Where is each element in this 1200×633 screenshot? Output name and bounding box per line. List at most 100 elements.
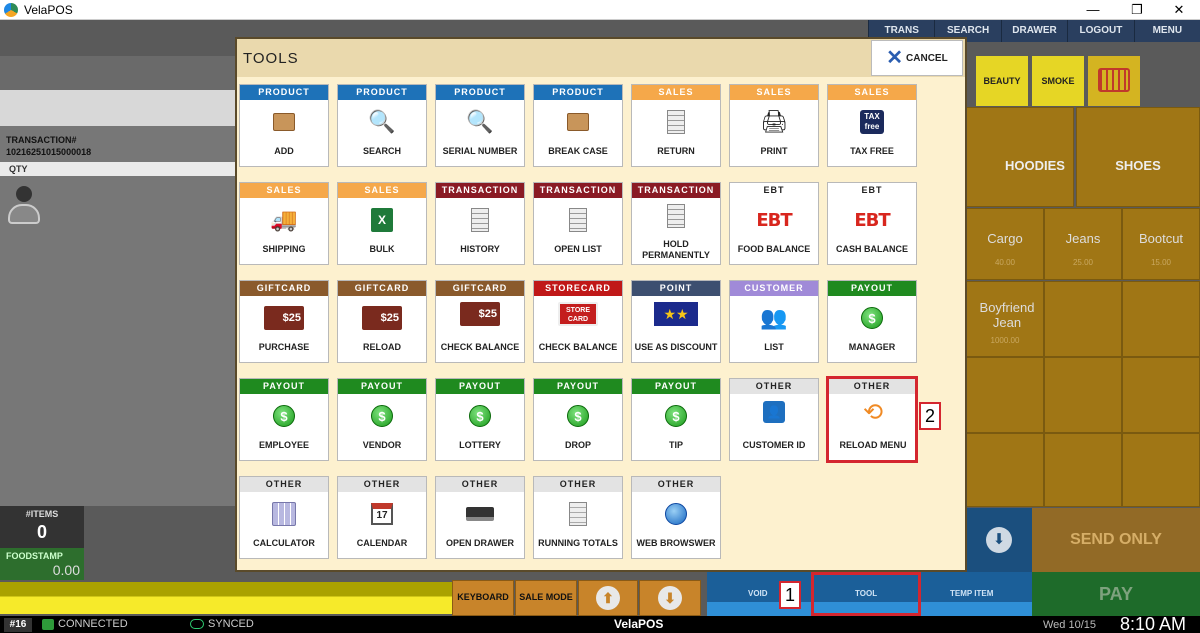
category-shoes[interactable]: SHOES bbox=[1076, 107, 1200, 207]
sale-mode-button[interactable]: SALE MODE bbox=[515, 580, 577, 616]
tax-free-icon-text: TAX bbox=[864, 112, 880, 121]
tool-storecard-check-balance[interactable]: STORECARD STORE CARD CHECK BALANCE bbox=[533, 280, 623, 363]
keyboard-button[interactable]: KEYBOARD bbox=[452, 580, 514, 616]
keyboard-icon bbox=[1098, 68, 1130, 92]
tool-other-web-browser[interactable]: OTHER WEB BROWSWER bbox=[631, 476, 721, 559]
tile-label: TIP bbox=[668, 440, 683, 451]
empty-product-tile[interactable] bbox=[1122, 357, 1200, 433]
minimize-icon[interactable]: — bbox=[1078, 1, 1108, 19]
tool-transaction-hold-permanently[interactable]: TRANSACTION HOLD PERMANENTLY bbox=[631, 182, 721, 265]
spreadsheet-icon: X bbox=[368, 207, 396, 233]
nav-logout-button[interactable]: LOGOUT bbox=[1067, 20, 1133, 42]
empty-product-tile[interactable] bbox=[1122, 433, 1200, 507]
gift-card-icon: $25 bbox=[264, 305, 304, 331]
pay-button[interactable]: PAY bbox=[1032, 572, 1200, 616]
tile-label: RELOAD MENU bbox=[839, 440, 907, 451]
tool-payout-manager[interactable]: PAYOUT $ MANAGER bbox=[827, 280, 917, 363]
tool-giftcard-check-balance[interactable]: GIFTCARD $25 CHECK BALANCE bbox=[435, 280, 525, 363]
tool-payout-employee[interactable]: PAYOUT $ EMPLOYEE bbox=[239, 378, 329, 461]
receipt-icon bbox=[662, 203, 690, 229]
nav-menu-button[interactable]: MENU bbox=[1133, 20, 1200, 42]
empty-product-tile[interactable] bbox=[1044, 281, 1122, 357]
product-tile[interactable]: Cargo 40.00 bbox=[966, 208, 1044, 280]
tool-payout-tip[interactable]: PAYOUT $ TIP bbox=[631, 378, 721, 461]
maximize-icon[interactable]: ❐ bbox=[1122, 1, 1152, 19]
tile-category: PAYOUT bbox=[828, 281, 916, 296]
scroll-down-button[interactable]: ⬇ bbox=[639, 580, 701, 616]
close-x-icon: ✕ bbox=[886, 47, 904, 69]
tile-label: LIST bbox=[764, 342, 784, 353]
transaction-number: 10216251015000018 bbox=[6, 147, 92, 157]
empty-product-tile[interactable] bbox=[966, 433, 1044, 507]
tool-giftcard-reload[interactable]: GIFTCARD $25 RELOAD bbox=[337, 280, 427, 363]
items-count-label: #ITEMS bbox=[25, 509, 59, 519]
empty-product-tile[interactable] bbox=[966, 357, 1044, 433]
tool-other-calculator[interactable]: OTHER CALCULATOR bbox=[239, 476, 329, 559]
product-tile[interactable]: Bootcut 15.00 bbox=[1122, 208, 1200, 280]
product-tile[interactable]: Boyfriend Jean 1000.00 bbox=[966, 281, 1044, 357]
tool-ebt-cash-balance[interactable]: EBT EBT CASH BALANCE bbox=[827, 182, 917, 265]
tool-product-search[interactable]: PRODUCT 🔍 SEARCH bbox=[337, 84, 427, 167]
send-only-button[interactable]: SEND ONLY bbox=[1032, 508, 1200, 572]
tile-category: OTHER bbox=[240, 477, 328, 492]
tool-other-open-drawer[interactable]: OTHER OPEN DRAWER bbox=[435, 476, 525, 559]
tool-sales-tax-free[interactable]: SALES TAX free TAX FREE bbox=[827, 84, 917, 167]
tool-payout-drop[interactable]: PAYOUT $ DROP bbox=[533, 378, 623, 461]
void-button[interactable]: VOID bbox=[748, 589, 768, 598]
tile-category: SALES bbox=[338, 183, 426, 198]
tool-product-serial-number[interactable]: PRODUCT 🔍 SERIAL NUMBER bbox=[435, 84, 525, 167]
dollar-icon-text: $ bbox=[273, 405, 295, 427]
temp-item-button[interactable]: TEMP ITEM bbox=[950, 589, 993, 598]
tab-beauty[interactable]: BEAUTY bbox=[976, 56, 1028, 106]
printer-icon: 🖨 bbox=[760, 109, 788, 134]
tool-sales-print[interactable]: SALES 🖨 PRINT bbox=[729, 84, 819, 167]
tool-other-running-totals[interactable]: OTHER RUNNING TOTALS bbox=[533, 476, 623, 559]
tool-sales-shipping[interactable]: SALES 🚚 SHIPPING bbox=[239, 182, 329, 265]
empty-product-tile[interactable] bbox=[1122, 281, 1200, 357]
app-name: VelaPOS bbox=[614, 617, 664, 631]
annotation-1: 1 bbox=[779, 581, 801, 609]
dollar-icon-text: $ bbox=[665, 405, 687, 427]
tool-product-add[interactable]: PRODUCT ADD bbox=[239, 84, 329, 167]
gift-card-icon: $25 bbox=[460, 301, 500, 327]
tool-sales-bulk[interactable]: SALES X BULK bbox=[337, 182, 427, 265]
tile-label: FOOD BALANCE bbox=[737, 244, 811, 255]
tool-ebt-food-balance[interactable]: EBT EBT FOOD BALANCE bbox=[729, 182, 819, 265]
customers-icon: 👥 bbox=[760, 305, 788, 330]
tool-transaction-history[interactable]: TRANSACTION HISTORY bbox=[435, 182, 525, 265]
tool-other-reload-menu[interactable]: OTHER ⟲ RELOAD MENU bbox=[826, 376, 918, 463]
close-window-icon[interactable]: ✕ bbox=[1164, 1, 1194, 19]
down-button[interactable]: ⬇ bbox=[966, 508, 1032, 572]
connection-status: CONNECTED bbox=[58, 618, 128, 630]
tile-category: SALES bbox=[240, 183, 328, 198]
tile-label: PRINT bbox=[760, 146, 788, 157]
tool-payout-lottery[interactable]: PAYOUT $ LOTTERY bbox=[435, 378, 525, 461]
box-icon bbox=[564, 109, 592, 135]
customer-avatar-icon[interactable] bbox=[8, 186, 40, 226]
tool-other-customer-id[interactable]: OTHER 👤 CUSTOMER ID bbox=[729, 378, 819, 461]
empty-product-tile[interactable] bbox=[1044, 357, 1122, 433]
tool-sales-return[interactable]: SALES RETURN bbox=[631, 84, 721, 167]
tool-point-use-as-discount[interactable]: POINT ★★ USE AS DISCOUNT bbox=[631, 280, 721, 363]
cancel-button[interactable]: ✕ CANCEL bbox=[871, 40, 963, 76]
tool-customer-list[interactable]: CUSTOMER 👥 LIST bbox=[729, 280, 819, 363]
nav-drawer-button[interactable]: DRAWER bbox=[1000, 20, 1067, 42]
tool-other-calendar[interactable]: OTHER 17 CALENDAR bbox=[337, 476, 427, 559]
ebt-icon: EBT bbox=[842, 207, 902, 233]
category-shoes-label: SHOES bbox=[1115, 158, 1161, 173]
tile-category: CUSTOMER bbox=[730, 281, 818, 296]
keyboard-tab[interactable] bbox=[1088, 56, 1140, 106]
tile-category: GIFTCARD bbox=[240, 281, 328, 296]
dollar-icon: $ bbox=[858, 305, 886, 331]
scroll-up-button[interactable]: ⬆ bbox=[578, 580, 638, 616]
product-price: 40.00 bbox=[994, 258, 1016, 267]
category-hoodies[interactable]: HOODIES bbox=[966, 107, 1074, 207]
tool-transaction-open-list[interactable]: TRANSACTION OPEN LIST bbox=[533, 182, 623, 265]
tool-giftcard-purchase[interactable]: GIFTCARD $25 PURCHASE bbox=[239, 280, 329, 363]
empty-product-tile[interactable] bbox=[1044, 433, 1122, 507]
tool-payout-vendor[interactable]: PAYOUT $ VENDOR bbox=[337, 378, 427, 461]
product-tile[interactable]: Jeans 25.00 bbox=[1044, 208, 1122, 280]
refresh-icon: ⟲ bbox=[862, 398, 884, 426]
tool-product-break-case[interactable]: PRODUCT BREAK CASE bbox=[533, 84, 623, 167]
tab-smoke[interactable]: SMOKE bbox=[1032, 56, 1084, 106]
